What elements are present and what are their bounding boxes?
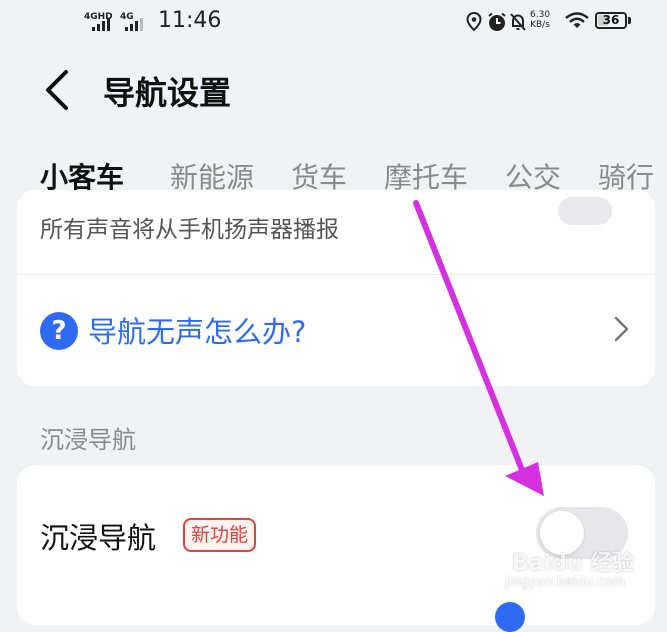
speaker-toggle[interactable] — [558, 197, 612, 225]
status-bar: 4GHD 4G 11:46 6.30 KB/s 36 — [0, 0, 667, 44]
immersive-nav-label: 沉浸导航 — [40, 521, 157, 555]
network-speed-unit: KB/s — [530, 20, 550, 30]
mute-bell-icon — [510, 13, 526, 31]
battery-tip — [628, 17, 631, 24]
chevron-right-icon[interactable] — [610, 314, 632, 344]
signal-icon — [125, 18, 143, 31]
chevron-left-icon[interactable] — [40, 68, 80, 112]
network-speed: 6.30 KB/s — [530, 10, 550, 30]
alarm-icon — [488, 12, 506, 31]
divider — [17, 274, 655, 275]
speaker-description: 所有声音将从手机扬声器播报 — [40, 217, 339, 243]
section-header: 沉浸导航 — [40, 426, 136, 454]
no-sound-help-link[interactable]: 导航无声怎么办? — [88, 309, 306, 351]
battery-percent: 36 — [602, 13, 620, 27]
new-feature-badge: 新功能 — [183, 518, 257, 552]
battery-icon: 36 — [595, 12, 627, 29]
baidu-watermark: Baidu 经验 — [512, 551, 635, 576]
watermark-url: jingyan.baidu.com — [505, 575, 625, 590]
location-icon — [466, 12, 482, 32]
question-icon[interactable]: ? — [40, 312, 78, 350]
wifi-icon — [565, 12, 589, 28]
signal-icon — [92, 18, 110, 31]
partial-blue-icon — [495, 602, 525, 632]
network-speed-value: 6.30 — [530, 10, 551, 20]
clock: 11:46 — [158, 8, 222, 33]
page-title: 导航设置 — [103, 74, 232, 112]
